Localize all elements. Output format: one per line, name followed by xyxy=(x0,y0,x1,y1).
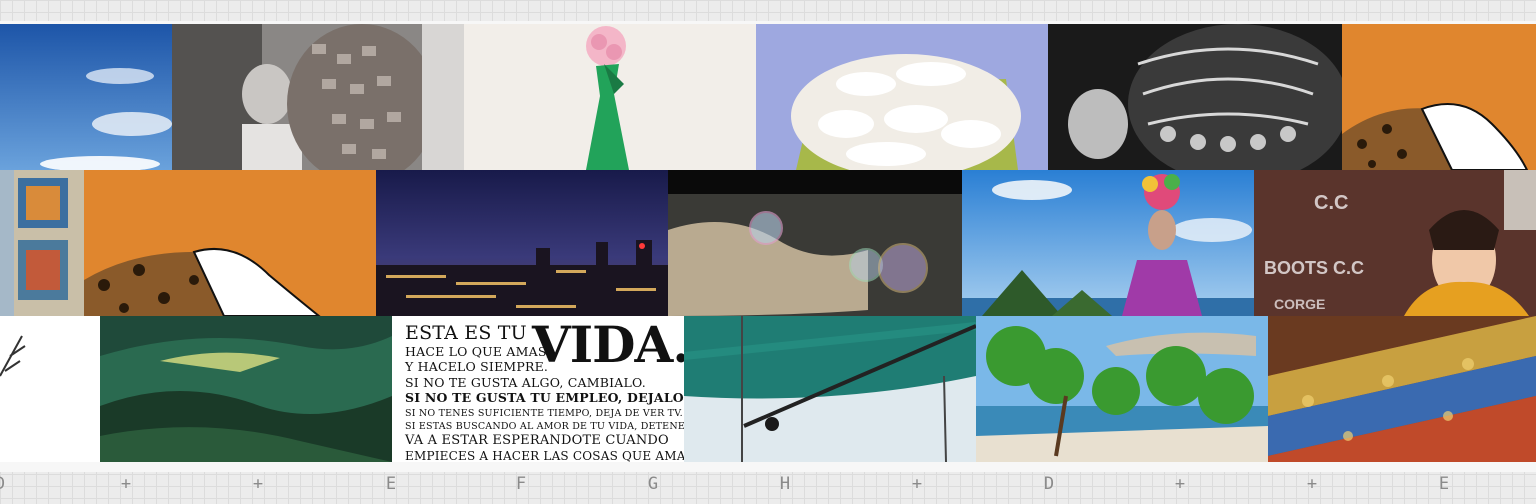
image-tile-jewelry-bw[interactable] xyxy=(1048,24,1342,170)
image-tile-city-night[interactable] xyxy=(376,170,668,316)
image-tile-mosaic-wall[interactable] xyxy=(0,170,84,316)
ruler-label: + xyxy=(252,474,264,494)
image-tile-tropical-beach[interactable] xyxy=(976,316,1268,462)
ruler-label: D xyxy=(0,474,5,494)
ruler-label: E xyxy=(385,474,397,494)
image-tile-orange-illustration[interactable] xyxy=(1342,24,1536,170)
quote-line-9: EMPIECES A HACER LAS COSAS QUE AMAS. xyxy=(405,449,684,462)
sign-text-3: CORGE xyxy=(1274,296,1326,312)
image-tile-sky[interactable] xyxy=(0,24,172,170)
ruler-label: G xyxy=(647,474,659,494)
image-tile-fashion-bw[interactable] xyxy=(172,24,464,170)
image-tile-bubbles-smoke[interactable] xyxy=(668,170,962,316)
quote-line-1: ESTA ES TU xyxy=(405,322,527,344)
sign-text-1: C.C xyxy=(1314,192,1349,214)
ruler-label: H xyxy=(779,474,791,494)
quote-line-8: VA A ESTAR ESPERANDOTE CUANDO xyxy=(405,433,669,448)
image-tile-teal-canopy[interactable] xyxy=(684,316,976,462)
quote-card[interactable]: ESTA ES TU VIDA. HACE LO QUE AMAS, Y HAC… xyxy=(392,316,684,462)
ruler-label: E xyxy=(1438,474,1450,494)
image-tile-sketch-white[interactable] xyxy=(0,316,100,462)
ruler-label: + xyxy=(911,474,923,494)
quote-line-6: SI NO TENES SUFICIENTE TIEMPO, DEJA DE V… xyxy=(405,408,683,419)
ruler-label: D xyxy=(1043,474,1055,494)
image-tile-ornate-ceiling[interactable] xyxy=(1268,316,1536,462)
quote-line-2: HACE LO QUE AMAS, xyxy=(405,344,551,359)
quote-line-3: Y HACELO SIEMPRE. xyxy=(405,359,549,374)
ruler-label: F xyxy=(515,474,527,494)
quote-line-7: SI ESTAS BUSCANDO AL AMOR DE TU VIDA, DE… xyxy=(405,421,684,432)
image-tile-woman-signs[interactable]: C.C BOOTS C.C CORGE xyxy=(1254,170,1536,316)
bottom-ruler-strip xyxy=(0,462,1536,504)
ruler-label: + xyxy=(1306,474,1318,494)
quote-line-5: SI NO TE GUSTA TU EMPLEO, DEJALO. xyxy=(405,390,684,405)
image-tile-orange-illustration-2[interactable] xyxy=(84,170,376,316)
image-tile-crab-meat[interactable] xyxy=(756,24,1048,170)
quote-line-4: SI NO TE GUSTA ALGO, CAMBIALO. xyxy=(405,375,646,390)
image-tile-green-dress-sketch[interactable] xyxy=(464,24,756,170)
top-ruler-strip xyxy=(0,0,1536,24)
image-tile-island-figure[interactable] xyxy=(962,170,1254,316)
image-tile-green-mountains[interactable] xyxy=(100,316,392,462)
ruler-label: + xyxy=(120,474,132,494)
sign-text-2: BOOTS C.C xyxy=(1264,258,1365,278)
ruler-label: + xyxy=(1174,474,1186,494)
quote-big-word: VIDA. xyxy=(532,316,684,374)
